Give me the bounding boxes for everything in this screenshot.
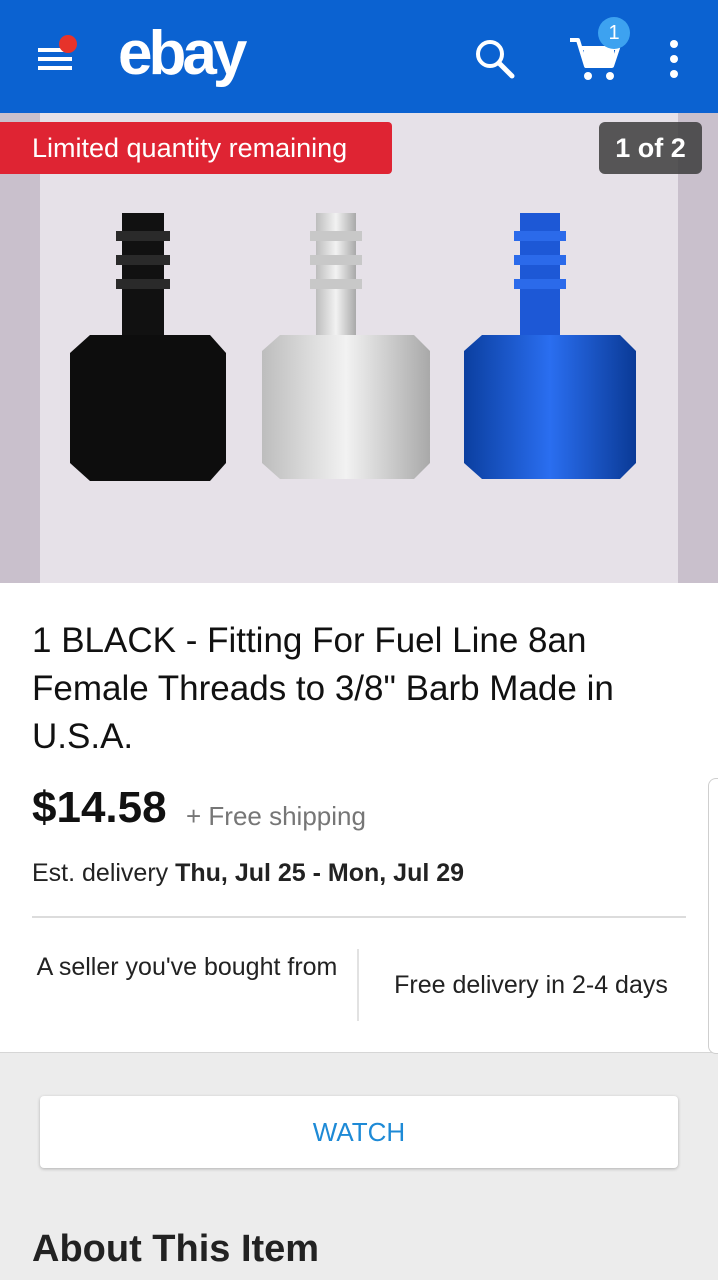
about-section-title: About This Item [32,1228,320,1270]
seller-feature: A seller you've bought from [36,953,338,981]
delivery-label: Est. delivery [32,859,176,887]
search-icon[interactable] [470,34,518,82]
divider [32,916,686,918]
item-price: $14.58 [32,783,167,832]
delivery-dates: Thu, Jul 25 - Mon, Jul 29 [175,859,465,887]
delivery-feature: Free delivery in 2-4 days [394,971,668,999]
estimated-delivery: Est. delivery Thu, Jul 25 - Mon, Jul 29 [32,859,464,888]
limited-quantity-badge: Limited quantity remaining [0,122,392,174]
shipping-text: + Free shipping [186,801,366,831]
scroll-handle[interactable] [708,778,718,1054]
item-details: 1 BLACK - Fitting For Fuel Line 8an Fema… [0,583,718,1053]
item-title: 1 BLACK - Fitting For Fuel Line 8an Fema… [32,621,614,756]
cart-count-badge: 1 [598,17,630,49]
image-counter: 1 of 2 [599,122,702,174]
feature-separator [357,949,359,1021]
menu-icon[interactable] [30,34,86,80]
watch-button[interactable]: WATCH [40,1096,678,1168]
image-gallery[interactable]: Limited quantity remaining 1 of 2 [0,113,718,583]
ebay-logo[interactable]: ebay [118,18,247,89]
product-photo[interactable] [40,113,678,583]
more-vert-icon[interactable] [660,38,688,80]
app-bar: ebay 1 [0,0,718,113]
